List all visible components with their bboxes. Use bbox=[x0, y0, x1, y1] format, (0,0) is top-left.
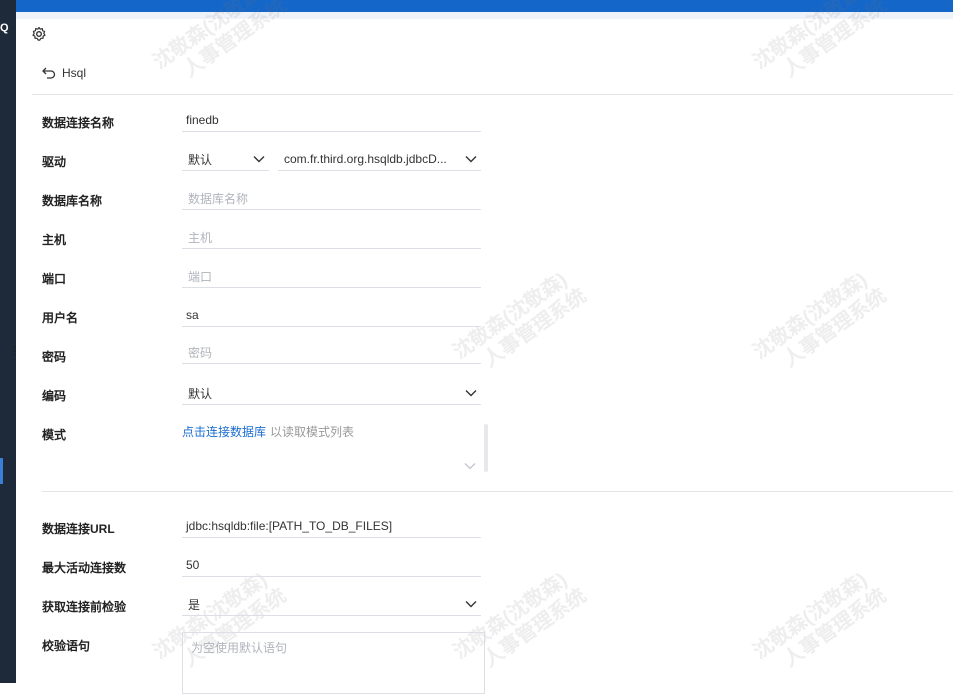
encoding-select[interactable]: 默认 bbox=[182, 382, 481, 405]
validation-query-textarea[interactable]: 为空使用默认语句 bbox=[182, 632, 485, 694]
username-label: 用户名 bbox=[42, 311, 79, 325]
database-name-label: 数据库名称 bbox=[42, 194, 103, 208]
section-divider bbox=[42, 491, 953, 492]
chevron-down-icon[interactable] bbox=[464, 459, 476, 473]
schema-scrollbar[interactable] bbox=[484, 424, 488, 472]
database-name-input[interactable]: 数据库名称 bbox=[182, 187, 481, 210]
connection-name-input[interactable]: finedb bbox=[182, 109, 481, 132]
driver-class-select[interactable]: com.fr.third.org.hsqldb.jdbcD... bbox=[278, 148, 481, 171]
encoding-label: 编码 bbox=[42, 389, 67, 403]
schema-label: 模式 bbox=[42, 428, 67, 442]
connection-name-label: 数据连接名称 bbox=[42, 116, 115, 130]
chevron-down-icon bbox=[465, 601, 477, 608]
password-label: 密码 bbox=[42, 350, 67, 364]
username-input[interactable]: sa bbox=[182, 304, 481, 327]
max-active-label: 最大活动连接数 bbox=[42, 561, 127, 575]
host-label: 主机 bbox=[42, 233, 67, 247]
driver-type-select[interactable]: 默认 bbox=[182, 148, 269, 171]
nav-active-indicator bbox=[0, 458, 3, 484]
url-input[interactable]: jdbc:hsqldb:file:[PATH_TO_DB_FILES] bbox=[182, 515, 481, 538]
port-input[interactable]: 端口 bbox=[182, 265, 481, 288]
drag-handle-icon[interactable] bbox=[13, 345, 16, 356]
port-label: 端口 bbox=[42, 272, 67, 286]
validate-before-select[interactable]: 是 bbox=[182, 593, 481, 616]
back-arrow-icon bbox=[42, 67, 56, 79]
validate-before-label: 获取连接前检验 bbox=[42, 600, 127, 614]
schema-connect-hint: 点击连接数据库 以读取模式列表 bbox=[182, 423, 354, 440]
schema-hint-text: 以读取模式列表 bbox=[270, 425, 355, 439]
nav-badge[interactable]: Q bbox=[0, 22, 9, 34]
validation-query-label: 校验语句 bbox=[42, 639, 91, 653]
driver-label: 驱动 bbox=[42, 155, 67, 169]
max-active-input[interactable]: 50 bbox=[182, 554, 481, 577]
back-button[interactable]: Hsql bbox=[42, 66, 86, 80]
gear-icon[interactable] bbox=[31, 26, 47, 42]
connect-database-link[interactable]: 点击连接数据库 bbox=[182, 425, 266, 439]
host-input[interactable]: 主机 bbox=[182, 226, 481, 249]
chevron-down-icon bbox=[465, 156, 477, 163]
password-input[interactable]: 密码 bbox=[182, 341, 481, 364]
chevron-down-icon bbox=[465, 390, 477, 397]
top-strip bbox=[16, 12, 953, 19]
header-divider bbox=[32, 94, 953, 95]
watermark: 沈敬森(沈敬森) 人事管理系统 bbox=[749, 568, 891, 672]
page-title: Hsql bbox=[62, 66, 87, 80]
chevron-down-icon bbox=[253, 156, 265, 163]
watermark: 沈敬森(沈敬森) 人事管理系统 bbox=[749, 268, 891, 372]
left-nav: Q bbox=[0, 0, 16, 683]
url-label: 数据连接URL bbox=[42, 522, 115, 536]
top-bar bbox=[0, 0, 953, 12]
